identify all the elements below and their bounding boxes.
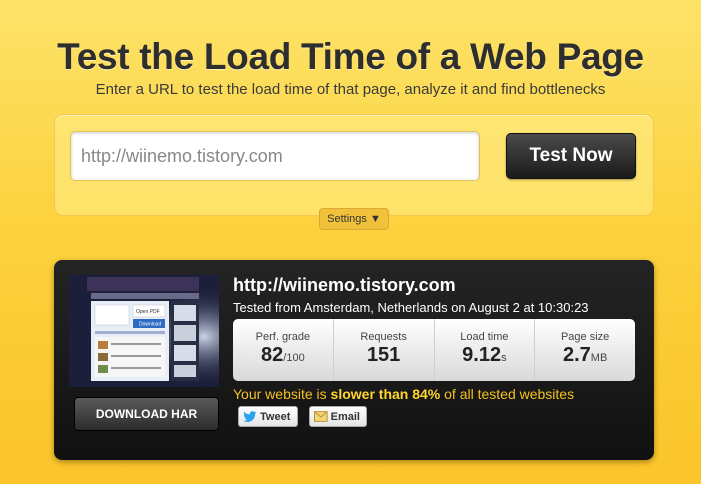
result-panel: Open PDF Download DOWNLOAD HAR http://wi…	[54, 260, 654, 460]
twitter-bird-icon	[243, 410, 257, 422]
stat-load-time: Load time 9.12s	[433, 319, 535, 381]
stat-unit: /100	[283, 352, 305, 364]
stat-label: Load time	[460, 331, 509, 343]
stat-requests: Requests 151	[332, 319, 434, 381]
stat-number: 82	[261, 344, 284, 366]
page-title: Test the Load Time of a Web Page	[57, 36, 644, 77]
stats-box: Perf. grade 82/100 Requests 151 Load tim…	[233, 319, 635, 381]
tweet-button[interactable]: Tweet	[238, 406, 298, 427]
download-har-button[interactable]: DOWNLOAD HAR	[74, 397, 219, 431]
thumbnail-image: Open PDF Download	[69, 275, 219, 387]
page-screenshot-thumbnail[interactable]: Open PDF Download	[69, 275, 219, 387]
thumbnail-open-pdf-text: Open PDF	[136, 309, 160, 315]
stat-unit: s	[501, 352, 507, 364]
comparison-prefix: Your website is	[233, 386, 331, 402]
tested-site-url: http://wiinemo.tistory.com	[233, 275, 456, 295]
settings-dropdown-button[interactable]: Settings ▼	[319, 208, 389, 230]
stat-label: Perf. grade	[255, 331, 311, 343]
test-now-button[interactable]: Test Now	[506, 133, 636, 179]
url-input[interactable]	[70, 131, 480, 181]
stat-label: Requests	[360, 331, 407, 343]
stat-number: 2.7	[562, 344, 591, 366]
url-test-panel: Test Now Settings ▼	[54, 114, 654, 230]
stat-unit: MB	[590, 352, 608, 364]
stat-value: 2.7MB	[535, 344, 635, 367]
page-subtitle: Enter a URL to test the load time of tha…	[95, 81, 606, 98]
thumbnail-download-text: Download	[139, 322, 161, 328]
stat-label: Page size	[560, 331, 610, 343]
email-button[interactable]: Email	[309, 406, 367, 427]
stat-perf-grade: Perf. grade 82/100	[233, 319, 333, 381]
email-label: Email	[330, 410, 360, 423]
stat-page-size: Page size 2.7MB	[534, 319, 635, 381]
stat-value: 82/100	[233, 344, 333, 367]
envelope-icon	[314, 411, 328, 422]
stat-value: 151	[334, 344, 434, 367]
comparison-text: Your website is slower than 84% of all t…	[233, 386, 574, 402]
stat-value: 9.12s	[435, 344, 535, 367]
tweet-label: Tweet	[260, 410, 291, 423]
comparison-suffix: of all tested websites	[440, 386, 575, 402]
comparison-highlight: slower than 84%	[330, 386, 441, 402]
test-location-info: Tested from Amsterdam, Netherlands on Au…	[233, 300, 589, 315]
stat-number: 151	[366, 344, 401, 366]
stat-number: 9.12	[462, 344, 502, 366]
